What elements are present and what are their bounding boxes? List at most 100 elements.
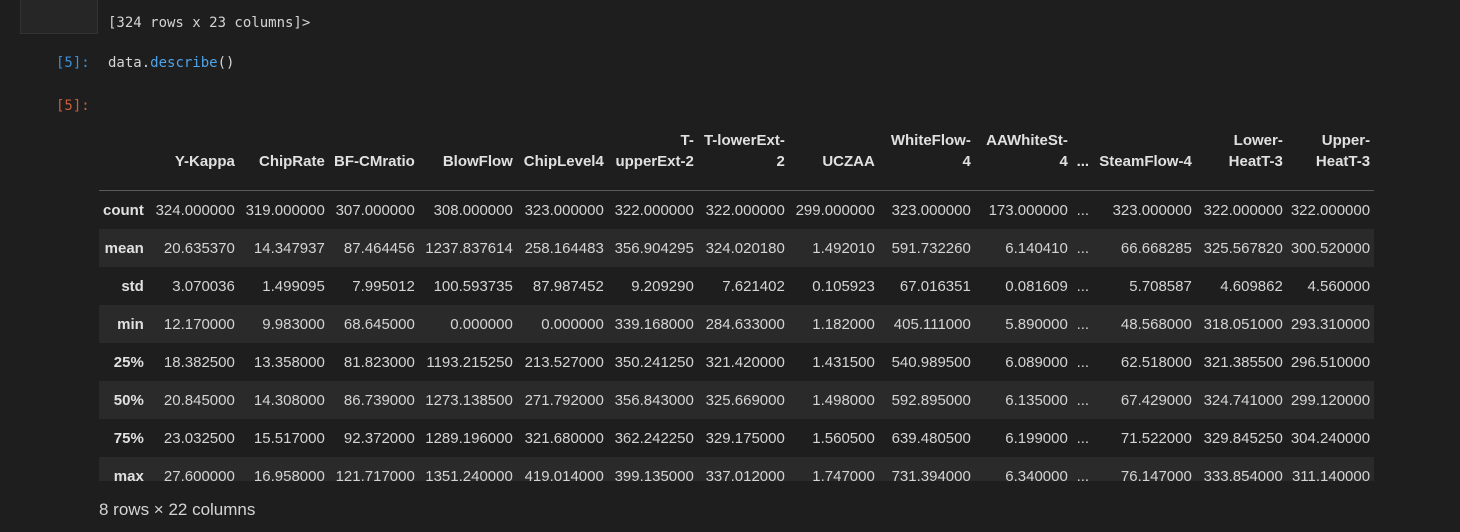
table-cell: 322.000000 bbox=[614, 201, 694, 219]
table-cell: 304.240000 bbox=[1290, 429, 1371, 447]
table-cell: 13.358000 bbox=[253, 353, 325, 371]
table-cell: 1351.240000 bbox=[425, 467, 513, 482]
table-cell: 16.958000 bbox=[253, 467, 325, 482]
table-cell: 323.000000 bbox=[891, 201, 971, 219]
ellipsis-cell: ... bbox=[1076, 391, 1090, 409]
row-label: max bbox=[113, 467, 144, 482]
table-row: 25% 18.382500 13.358000 81.823000 1193.21525… bbox=[99, 343, 1375, 381]
table-cell: 6.140410 bbox=[1005, 239, 1068, 257]
table-cell: 1289.196000 bbox=[425, 429, 513, 447]
table-row: max 27.600000 16.958000 121.717000 1351.2400… bbox=[99, 457, 1375, 482]
table-cell: 322.000000 bbox=[705, 201, 785, 219]
table-cell: 81.823000 bbox=[343, 353, 415, 371]
table-cell: 337.012000 bbox=[705, 467, 785, 482]
code-object: data. bbox=[108, 55, 151, 71]
table-cell: 325.669000 bbox=[705, 391, 785, 409]
table-cell: 100.593735 bbox=[433, 277, 513, 295]
table-cell: 15.517000 bbox=[253, 429, 325, 447]
output-prompt: [5]: bbox=[56, 98, 90, 114]
table-cell: 293.310000 bbox=[1290, 315, 1371, 333]
table-cell: 12.170000 bbox=[163, 315, 235, 333]
table-cell: 321.680000 bbox=[524, 429, 604, 447]
table-cell: 67.429000 bbox=[1120, 391, 1192, 409]
table-cell: 540.989500 bbox=[891, 353, 971, 371]
table-cell: 7.621402 bbox=[722, 277, 785, 295]
table-cell: 299.000000 bbox=[795, 201, 875, 219]
table-cell: 92.372000 bbox=[343, 429, 415, 447]
table-cell: 0.105923 bbox=[812, 277, 875, 295]
previous-output-text: [324 rows x 23 columns]> bbox=[108, 15, 311, 31]
table-cell: 321.420000 bbox=[705, 353, 785, 371]
table-cell: 271.792000 bbox=[524, 391, 604, 409]
table-cell: 311.140000 bbox=[1291, 467, 1371, 482]
table-cell: 324.020180 bbox=[705, 239, 785, 257]
table-cell: 66.668285 bbox=[1120, 239, 1192, 257]
table-cell: 329.175000 bbox=[705, 429, 785, 447]
table-cell: 68.645000 bbox=[343, 315, 415, 333]
table-cell: 1.560500 bbox=[812, 429, 875, 447]
table-cell: 300.520000 bbox=[1290, 239, 1371, 257]
table-cell: 14.347937 bbox=[253, 239, 325, 257]
row-label: 50% bbox=[113, 391, 144, 409]
column-header: AAWhiteSt-4 bbox=[974, 93, 1072, 191]
row-label: mean bbox=[104, 239, 144, 257]
table-cell: 76.147000 bbox=[1120, 467, 1192, 482]
column-header: Y-Kappa bbox=[147, 93, 239, 191]
table-header: Y-Kappa ChipRate BF-CMratio BlowFlow ChipLev… bbox=[99, 93, 1375, 191]
table-cell: 405.111000 bbox=[893, 315, 971, 333]
dataframe-output[interactable]: Y-Kappa ChipRate BF-CMratio BlowFlow ChipLev… bbox=[99, 93, 1449, 481]
table-cell: 308.000000 bbox=[433, 201, 513, 219]
table-cell: 5.890000 bbox=[1005, 315, 1068, 333]
table-cell: 296.510000 bbox=[1290, 353, 1371, 371]
table-cell: 4.609862 bbox=[1220, 277, 1283, 295]
table-row: 75% 23.032500 15.517000 92.372000 1289.19600… bbox=[99, 419, 1375, 457]
table-cell: 1193.215250 bbox=[426, 353, 513, 371]
table-cell: 258.164483 bbox=[524, 239, 604, 257]
row-label: 25% bbox=[113, 353, 144, 371]
ellipsis-cell: ... bbox=[1076, 315, 1090, 333]
table-cell: 299.120000 bbox=[1290, 391, 1371, 409]
table-cell: 121.717000 bbox=[335, 467, 415, 482]
table-cell: 9.983000 bbox=[262, 315, 325, 333]
table-cell: 6.089000 bbox=[1005, 353, 1068, 371]
table-row: 50% 20.845000 14.308000 86.739000 1273.13850… bbox=[99, 381, 1375, 419]
table-body: count 324.000000 319.000000 307.000000 308.0… bbox=[99, 190, 1375, 482]
table-cell: 5.708587 bbox=[1129, 277, 1192, 295]
table-cell: 329.845250 bbox=[1203, 429, 1283, 447]
table-cell: 67.016351 bbox=[899, 277, 971, 295]
table-row: mean 20.635370 14.347937 87.464456 1237.8376… bbox=[99, 229, 1375, 267]
table-cell: 639.480500 bbox=[891, 429, 971, 447]
column-header: T-lowerExt-2 bbox=[697, 93, 789, 191]
table-cell: 1.747000 bbox=[812, 467, 875, 482]
ellipsis-cell: ... bbox=[1076, 353, 1090, 371]
ellipsis-cell: ... bbox=[1076, 201, 1090, 219]
previous-output-box bbox=[20, 0, 98, 34]
column-header: UCZAA bbox=[788, 93, 879, 191]
table-cell: 9.209290 bbox=[631, 277, 694, 295]
table-cell: 86.739000 bbox=[343, 391, 415, 409]
code-input[interactable]: data.describe() bbox=[108, 55, 234, 71]
row-label: 75% bbox=[113, 429, 144, 447]
table-cell: 322.000000 bbox=[1203, 201, 1283, 219]
table-cell: 350.241250 bbox=[614, 353, 694, 371]
column-header: WhiteFlow-4 bbox=[878, 93, 975, 191]
table-cell: 173.000000 bbox=[988, 201, 1068, 219]
table-cell: 1237.837614 bbox=[425, 239, 513, 257]
table-cell: 4.560000 bbox=[1307, 277, 1371, 295]
table-row: count 324.000000 319.000000 307.000000 308.0… bbox=[99, 190, 1375, 229]
table-cell: 356.904295 bbox=[614, 239, 694, 257]
table-cell: 339.168000 bbox=[614, 315, 694, 333]
table-cell: 1.182000 bbox=[812, 315, 875, 333]
table-cell: 324.000000 bbox=[155, 201, 235, 219]
table-cell: 213.527000 bbox=[524, 353, 604, 371]
table-cell: 6.199000 bbox=[1005, 429, 1068, 447]
row-label: min bbox=[117, 315, 144, 333]
code-args: () bbox=[217, 55, 235, 71]
table-cell: 321.385500 bbox=[1203, 353, 1283, 371]
ellipsis-cell: ... bbox=[1076, 467, 1090, 482]
table-cell: 0.081609 bbox=[1005, 277, 1068, 295]
column-header: BlowFlow bbox=[418, 93, 517, 191]
table-cell: 20.635370 bbox=[163, 239, 235, 257]
row-label: std bbox=[121, 277, 144, 295]
table-cell: 48.568000 bbox=[1120, 315, 1192, 333]
